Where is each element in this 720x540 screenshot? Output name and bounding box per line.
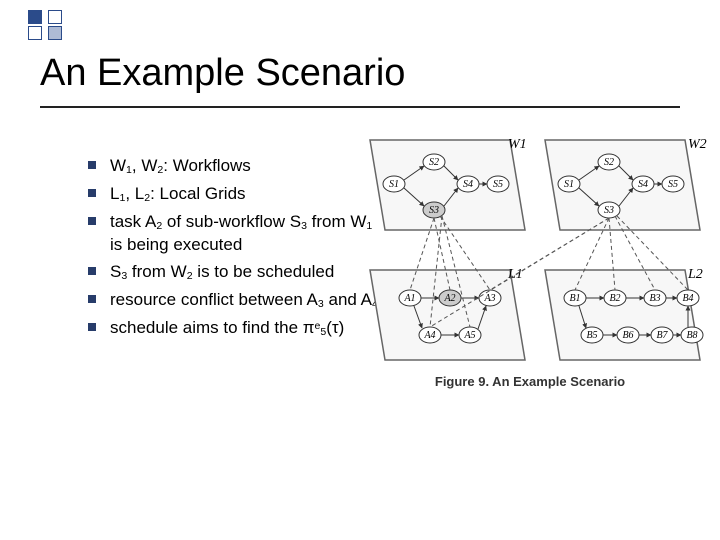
- slide: An Example Scenario W1, W2: Workflows L1…: [0, 0, 720, 540]
- bullet-item: W1, W2: Workflows: [88, 155, 383, 177]
- svg-text:S5: S5: [493, 179, 503, 190]
- svg-text:A5: A5: [463, 330, 475, 341]
- bullet-item: S3 from W2 is to be scheduled: [88, 261, 383, 283]
- bullet-item: task A2 of sub-workflow S3 from W1 is be…: [88, 211, 383, 254]
- quad-label-l1: L1: [507, 267, 523, 282]
- svg-text:B4: B4: [682, 293, 693, 304]
- bullet-item: resource conflict between A3 and A4: [88, 289, 383, 311]
- svg-text:S5: S5: [668, 179, 678, 190]
- svg-text:S2: S2: [429, 157, 439, 168]
- svg-text:S1: S1: [564, 179, 574, 190]
- svg-text:B5: B5: [586, 330, 597, 341]
- svg-text:B3: B3: [649, 293, 660, 304]
- svg-text:B6: B6: [622, 330, 633, 341]
- svg-text:B7: B7: [656, 330, 668, 341]
- svg-text:A3: A3: [483, 293, 495, 304]
- svg-text:S1: S1: [389, 179, 399, 190]
- svg-text:S3: S3: [604, 205, 614, 216]
- svg-text:A4: A4: [423, 330, 435, 341]
- title-rule: [40, 106, 680, 108]
- svg-text:S4: S4: [463, 179, 473, 190]
- figure-container: W1 W2 L1 L2 S1 S2 S3 S4 S5 S1 S2 S3: [350, 130, 710, 389]
- bullet-item: schedule aims to find the πe5(τ): [88, 317, 383, 339]
- svg-text:S2: S2: [604, 157, 614, 168]
- example-scenario-figure: W1 W2 L1 L2 S1 S2 S3 S4 S5 S1 S2 S3: [350, 130, 710, 370]
- quad-label-l2: L2: [687, 267, 703, 282]
- svg-text:B1: B1: [569, 293, 580, 304]
- bullet-item: L1, L2: Local Grids: [88, 183, 383, 205]
- figure-caption: Figure 9. An Example Scenario: [350, 374, 710, 389]
- quad-label-w1: W1: [508, 137, 527, 152]
- svg-text:S3: S3: [429, 205, 439, 216]
- svg-text:A2: A2: [443, 293, 455, 304]
- logo-squares-icon: [18, 6, 72, 40]
- bullet-list: W1, W2: Workflows L1, L2: Local Grids ta…: [48, 155, 383, 345]
- svg-text:A1: A1: [403, 293, 415, 304]
- svg-text:B8: B8: [686, 330, 697, 341]
- slide-title: An Example Scenario: [40, 52, 405, 95]
- quad-label-w2: W2: [688, 137, 707, 152]
- svg-text:B2: B2: [609, 293, 620, 304]
- svg-text:S4: S4: [638, 179, 648, 190]
